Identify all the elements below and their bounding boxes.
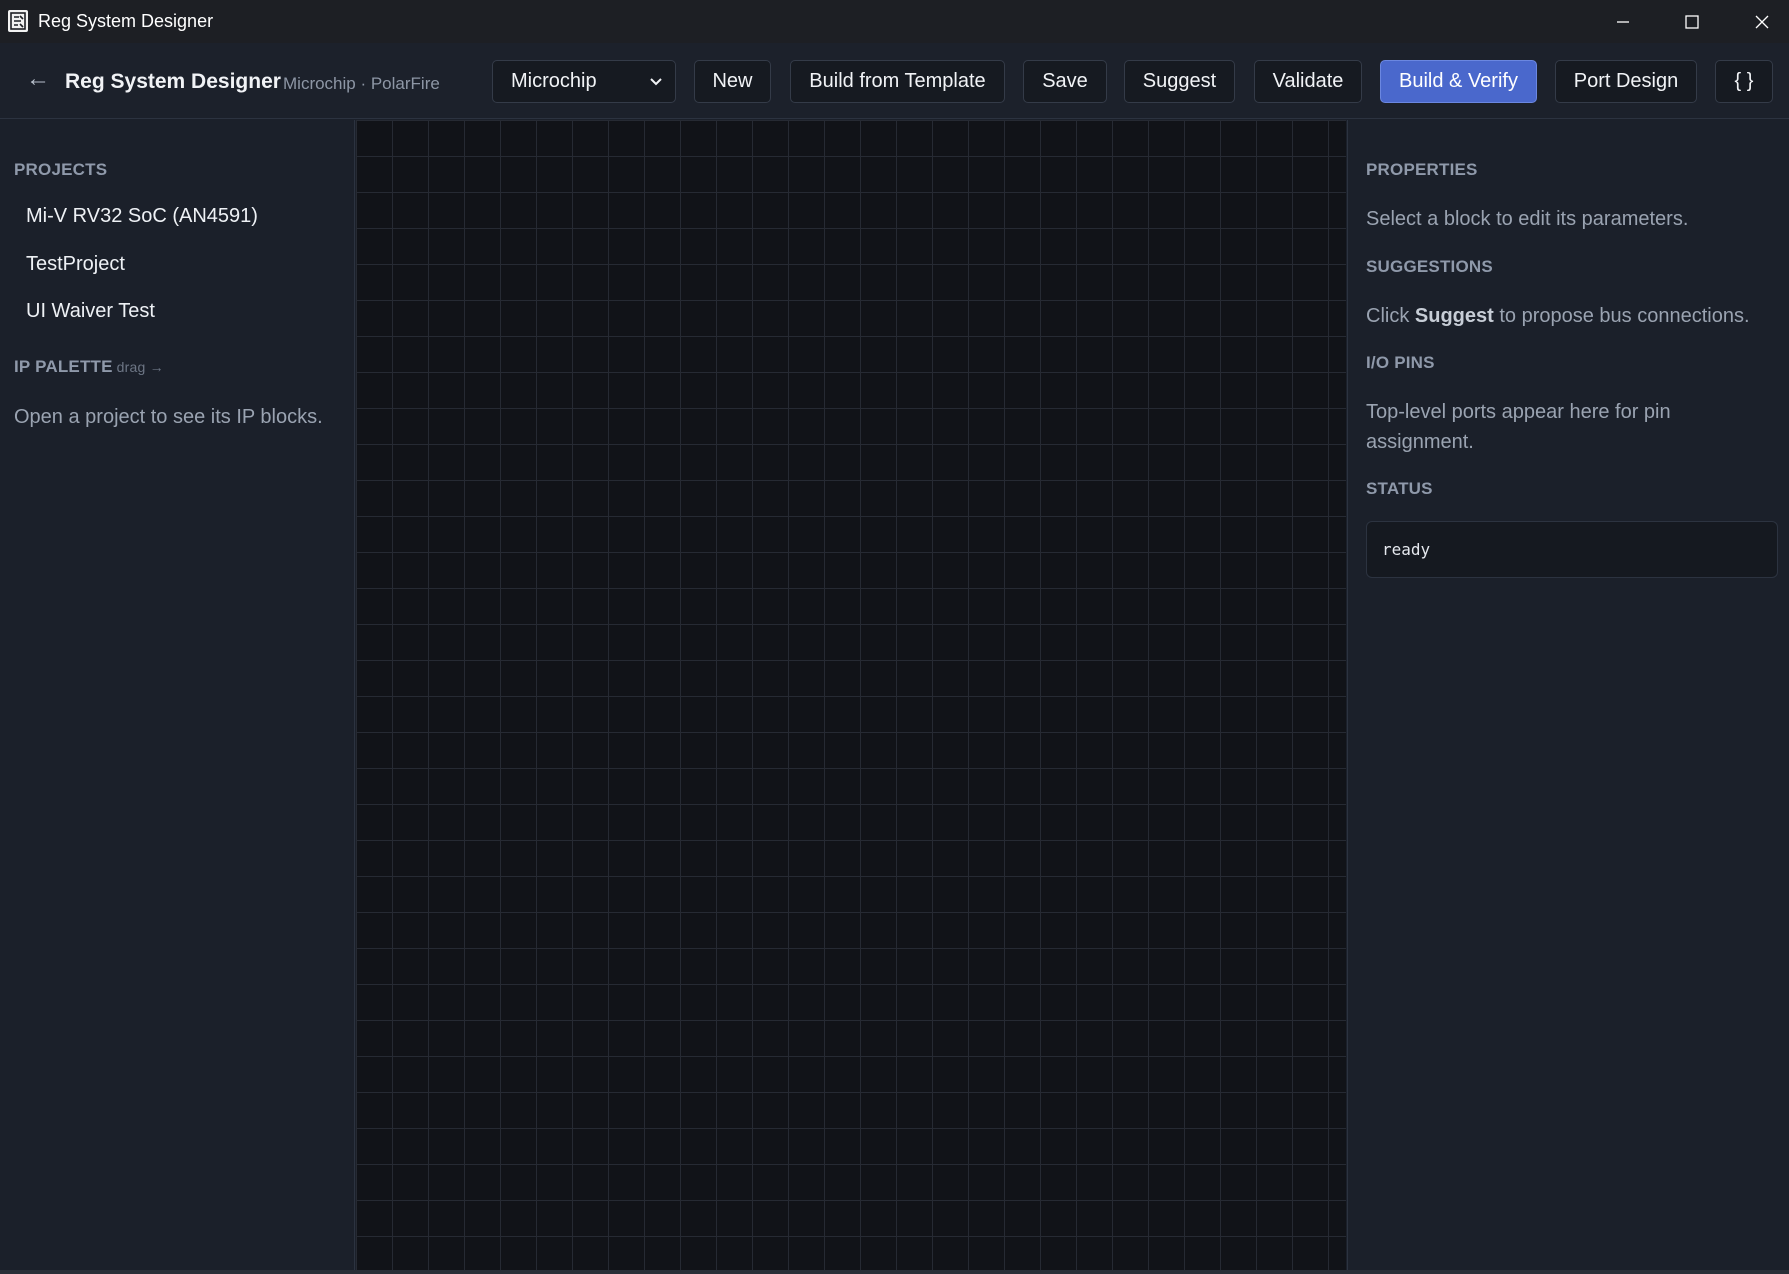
suggestions-text: Click Suggest to propose bus connections… <box>1366 301 1786 331</box>
build-from-template-button[interactable]: Build from Template <box>790 60 1005 103</box>
status-box: ready <box>1366 521 1778 578</box>
suggestions-text-bold: Suggest <box>1414 305 1494 327</box>
window-title: Reg System Designer <box>38 11 214 31</box>
right-panel: PROPERTIES Select a block to edit its pa… <box>1347 120 1789 1274</box>
left-sidebar: PROJECTS Mi-V RV32 SoC (AN4591) TestProj… <box>0 120 355 1274</box>
projects-heading: PROJECTS <box>14 160 108 179</box>
app-name: Reg System Designer <box>65 70 281 93</box>
suggestions-heading: SUGGESTIONS <box>1366 257 1493 276</box>
ip-palette-title: IP PALETTE <box>14 357 113 376</box>
status-heading: STATUS <box>1366 479 1433 498</box>
ip-palette-empty-text: Open a project to see its IP blocks. <box>14 406 323 428</box>
project-item[interactable]: Mi-V RV32 SoC (AN4591) <box>14 196 344 236</box>
minimize-icon[interactable] <box>1588 0 1658 43</box>
project-item[interactable]: TestProject <box>14 244 344 284</box>
design-canvas[interactable] <box>356 120 1346 1270</box>
bottom-edge <box>0 1270 1789 1274</box>
new-button[interactable]: New <box>694 60 771 103</box>
build-verify-button[interactable]: Build & Verify <box>1380 60 1537 103</box>
chevron-down-icon <box>650 78 662 86</box>
status-value: ready <box>1382 540 1431 559</box>
json-view-button[interactable]: { } <box>1715 60 1773 103</box>
port-design-button[interactable]: Port Design <box>1555 60 1697 103</box>
vendor-select-value: Microchip <box>511 70 597 92</box>
window-titlebar: Reg System Designer <box>0 0 1789 43</box>
maximize-icon[interactable] <box>1657 0 1727 43</box>
back-arrow-icon[interactable]: ← <box>26 67 50 91</box>
app-icon <box>8 10 28 32</box>
suggestions-text-suffix: to propose bus connections. <box>1493 305 1750 327</box>
io-pins-heading: I/O PINS <box>1366 353 1435 372</box>
close-icon[interactable] <box>1727 0 1789 43</box>
validate-button[interactable]: Validate <box>1254 60 1362 103</box>
properties-heading: PROPERTIES <box>1366 160 1478 179</box>
app-toolbar: ← Reg System Designer Microchip · PolarF… <box>0 43 1789 119</box>
io-pins-text: Top-level ports appear here for pin assi… <box>1366 401 1671 453</box>
suggestions-text-prefix: Click <box>1366 305 1415 327</box>
ip-palette-heading: IP PALETTE drag → <box>14 357 164 377</box>
suggest-button[interactable]: Suggest <box>1124 60 1235 103</box>
device-subtitle: Microchip · PolarFire <box>283 74 440 93</box>
save-button[interactable]: Save <box>1023 60 1107 103</box>
project-item[interactable]: UI Waiver Test <box>14 291 344 331</box>
vendor-select[interactable]: Microchip <box>492 60 676 103</box>
ip-palette-hint: drag → <box>116 359 164 375</box>
properties-text: Select a block to edit its parameters. <box>1366 208 1689 230</box>
